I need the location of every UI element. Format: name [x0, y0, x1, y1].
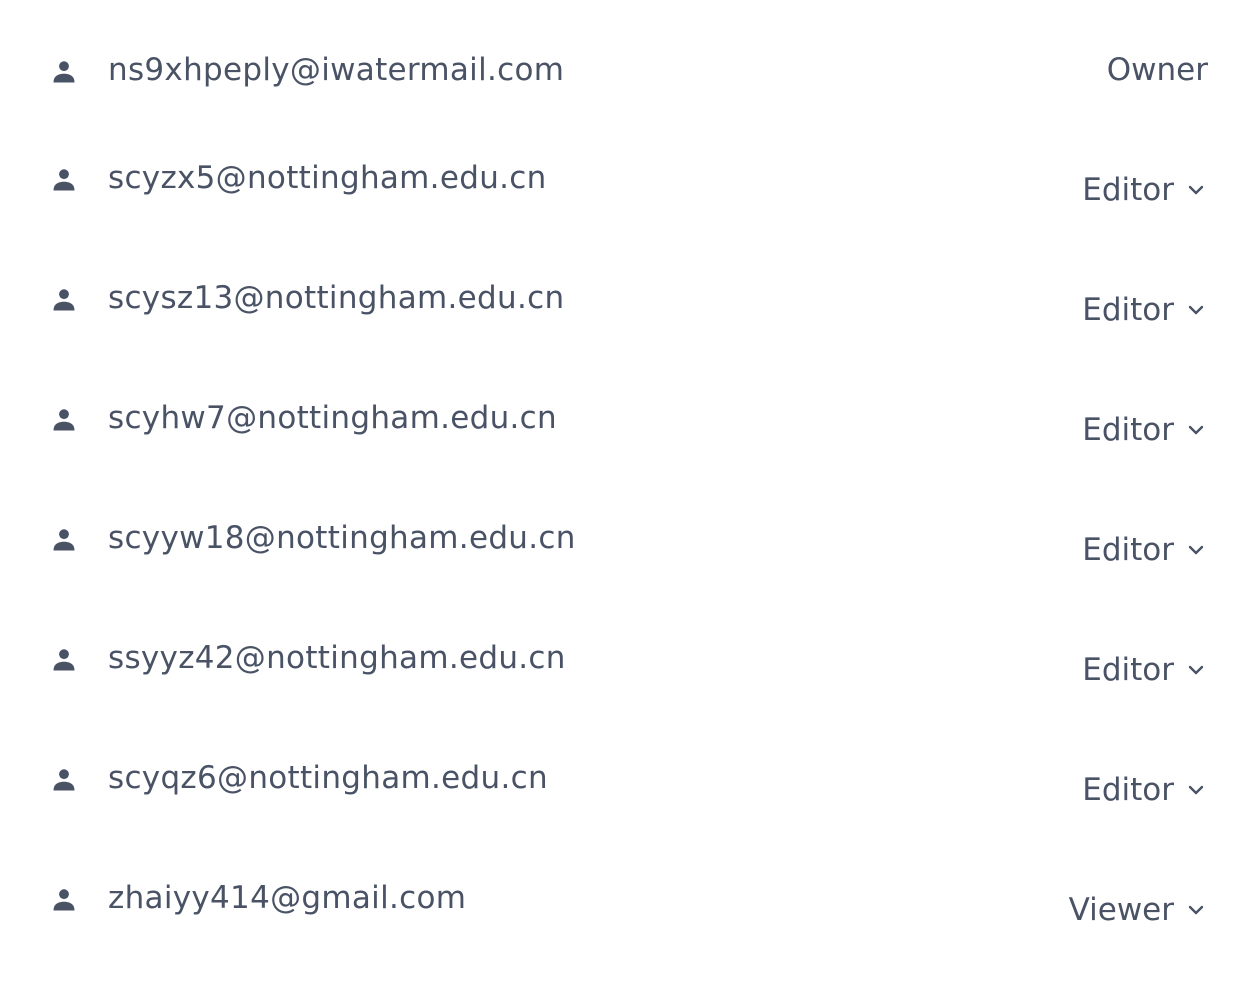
- person-icon: [50, 58, 78, 86]
- chevron-down-icon: [1188, 185, 1204, 195]
- role-dropdown[interactable]: Editor: [1082, 170, 1206, 210]
- member-email: scyyw18@nottingham.edu.cn: [108, 520, 576, 556]
- member-row: scyyw18@nottingham.edu.cn Editor: [0, 520, 1256, 598]
- member-row: scyhw7@nottingham.edu.cn Editor: [0, 400, 1256, 478]
- member-row: scyqz6@nottingham.edu.cn Editor: [0, 760, 1256, 838]
- role-label: Owner: [1106, 52, 1208, 88]
- person-icon: [50, 526, 78, 554]
- person-icon: [50, 166, 78, 194]
- role-label: Editor: [1082, 172, 1174, 208]
- chevron-down-icon: [1188, 305, 1204, 315]
- person-icon: [50, 646, 78, 674]
- role-label: Editor: [1082, 772, 1174, 808]
- member-email: ns9xhpeply@iwatermail.com: [108, 52, 565, 88]
- role-dropdown[interactable]: Viewer: [1069, 890, 1206, 930]
- owner-role-label: Owner: [1107, 50, 1208, 90]
- role-dropdown[interactable]: Editor: [1082, 770, 1206, 810]
- member-email: scyqz6@nottingham.edu.cn: [108, 760, 548, 796]
- role-label: Editor: [1082, 652, 1174, 688]
- role-dropdown[interactable]: Editor: [1082, 650, 1206, 690]
- chevron-down-icon: [1188, 545, 1204, 555]
- chevron-down-icon: [1188, 665, 1204, 675]
- member-row: scysz13@nottingham.edu.cn Editor: [0, 280, 1256, 358]
- person-icon: [50, 886, 78, 914]
- member-row: zhaiyy414@gmail.com Viewer: [0, 880, 1256, 958]
- member-row: scyzx5@nottingham.edu.cn Editor: [0, 160, 1256, 238]
- role-dropdown[interactable]: Editor: [1082, 530, 1206, 570]
- member-email: ssyyz42@nottingham.edu.cn: [108, 640, 566, 676]
- member-row-owner: ns9xhpeply@iwatermail.com Owner: [0, 52, 1256, 130]
- member-email: zhaiyy414@gmail.com: [108, 880, 467, 916]
- person-icon: [50, 286, 78, 314]
- person-icon: [50, 406, 78, 434]
- role-label: Viewer: [1068, 892, 1174, 928]
- member-email: scyhw7@nottingham.edu.cn: [108, 400, 557, 436]
- person-icon: [50, 766, 78, 794]
- role-label: Editor: [1082, 412, 1174, 448]
- chevron-down-icon: [1188, 785, 1204, 795]
- chevron-down-icon: [1188, 425, 1204, 435]
- role-label: Editor: [1082, 532, 1174, 568]
- chevron-down-icon: [1188, 905, 1204, 915]
- role-dropdown[interactable]: Editor: [1082, 410, 1206, 450]
- member-row: ssyyz42@nottingham.edu.cn Editor: [0, 640, 1256, 718]
- member-email: scyzx5@nottingham.edu.cn: [108, 160, 547, 196]
- member-email: scysz13@nottingham.edu.cn: [108, 280, 565, 316]
- role-dropdown[interactable]: Editor: [1082, 290, 1206, 330]
- role-label: Editor: [1082, 292, 1174, 328]
